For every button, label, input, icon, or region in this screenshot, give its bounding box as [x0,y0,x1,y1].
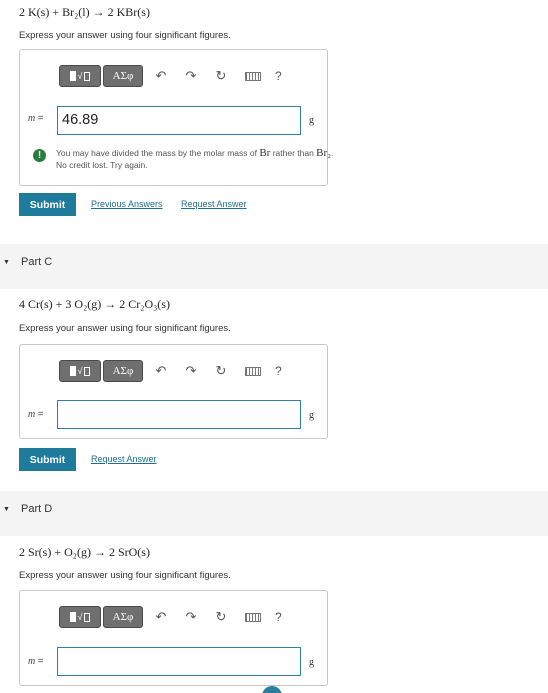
feedback-br2: Br₂ [316,147,332,159]
equals-sign: = [37,656,44,667]
previous-answers-link[interactable]: Previous Answers [91,199,163,209]
feedback-br: Br [259,147,271,159]
sqrt-icon: √ [77,612,83,622]
partD-title: Part D [21,503,53,515]
template-box-icon [69,71,76,81]
template-box-icon [69,612,76,622]
feedback-text-b: rather than [270,148,317,158]
partC-request-answer-link[interactable]: Request Answer [91,454,157,464]
exclamation-icon: ! [33,149,46,162]
partC-unit: g [309,410,314,421]
template-box-icon [69,366,76,376]
partB-unit: g [309,115,314,126]
reset-icon[interactable]: ↻ [209,68,233,84]
help-button[interactable]: ? [275,364,282,378]
partB-request-answer-link[interactable]: Request Answer [181,199,247,209]
reset-icon[interactable]: ↻ [209,609,233,625]
partD-answer-panel: √ ΑΣφ ↶ ↷ ↻ ? m = g [19,590,328,686]
partC-answer-panel: √ ΑΣφ ↶ ↷ ↻ ? m = g [19,344,328,439]
undo-icon[interactable]: ↶ [149,68,173,84]
partB-instruction: Express your answer using four significa… [19,30,231,41]
partC-toolbar: √ ΑΣφ ↶ ↷ ↻ ? [59,358,282,384]
sqrt-icon: √ [77,366,83,376]
redo-icon[interactable]: ↷ [179,363,203,379]
partC-instruction: Express your answer using four significa… [19,323,231,334]
keyboard-icon[interactable] [245,612,261,622]
feedback-text: You may have divided the mass by the mol… [56,147,405,171]
feedback-text-a: You may have divided the mass by the mol… [56,148,260,158]
partD-unit: g [309,657,314,668]
partB-answer-input[interactable]: 46.89 [57,106,301,135]
collapse-triangle-icon[interactable]: ▼ [3,259,10,266]
partB-feedback: ! You may have divided the mass by the m… [33,147,405,171]
help-button[interactable]: ? [275,69,282,83]
partC-equation: 4 Cr(s) + 3 O₂(g) → 2 Cr₂O₃(s) [19,297,170,311]
var-symbol: m [28,113,36,124]
partC-variable-label: m = [28,409,44,420]
partB-variable-label: m = [28,113,44,124]
partD-header[interactable]: ▼ Part D [0,491,548,536]
redo-icon[interactable]: ↷ [179,609,203,625]
templates-button[interactable]: √ [59,606,101,628]
partD-instruction: Express your answer using four significa… [19,570,231,581]
feedback-text-2: No credit lost. Try again. [56,160,148,170]
template-box-outline-icon [84,366,91,376]
feedback-text-c: . [331,148,334,158]
sqrt-icon: √ [77,71,83,81]
symbols-button[interactable]: ΑΣφ [103,606,143,628]
partC-header[interactable]: ▼ Part C [0,244,548,289]
keyboard-icon[interactable] [245,71,261,81]
symbols-button[interactable]: ΑΣφ [103,65,143,87]
keyboard-icon[interactable] [245,366,261,376]
reset-icon[interactable]: ↻ [209,363,233,379]
partD-toolbar: √ ΑΣφ ↶ ↷ ↻ ? [59,604,282,630]
partB-answer-panel: √ ΑΣφ ↶ ↷ ↻ ? m = 46.89 g ! You may have… [19,49,333,186]
partC-title: Part C [21,256,53,268]
var-symbol: m [28,656,36,667]
help-bubble-icon[interactable] [262,686,282,693]
equals-sign: = [37,409,44,420]
partC-submit-button[interactable]: Submit [19,448,76,471]
templates-button[interactable]: √ [59,360,101,382]
var-symbol: m [28,409,36,420]
partD-answer-input[interactable] [57,647,301,676]
partB-submit-button[interactable]: Submit [19,193,76,216]
redo-icon[interactable]: ↷ [179,68,203,84]
partD-equation: 2 Sr(s) + O₂(g) → 2 SrO(s) [19,545,150,559]
undo-icon[interactable]: ↶ [149,363,173,379]
templates-button[interactable]: √ [59,65,101,87]
partC-answer-input[interactable] [57,400,301,429]
collapse-triangle-icon[interactable]: ▼ [3,506,10,513]
equals-sign: = [37,113,44,124]
partB-equation: 2 K(s) + Br₂(l) → 2 KBr(s) [19,5,150,19]
template-box-outline-icon [84,612,91,622]
undo-icon[interactable]: ↶ [149,609,173,625]
symbols-button[interactable]: ΑΣφ [103,360,143,382]
partD-variable-label: m = [28,656,44,667]
template-box-outline-icon [84,71,91,81]
help-button[interactable]: ? [275,610,282,624]
partB-toolbar: √ ΑΣφ ↶ ↷ ↻ ? [59,63,282,89]
